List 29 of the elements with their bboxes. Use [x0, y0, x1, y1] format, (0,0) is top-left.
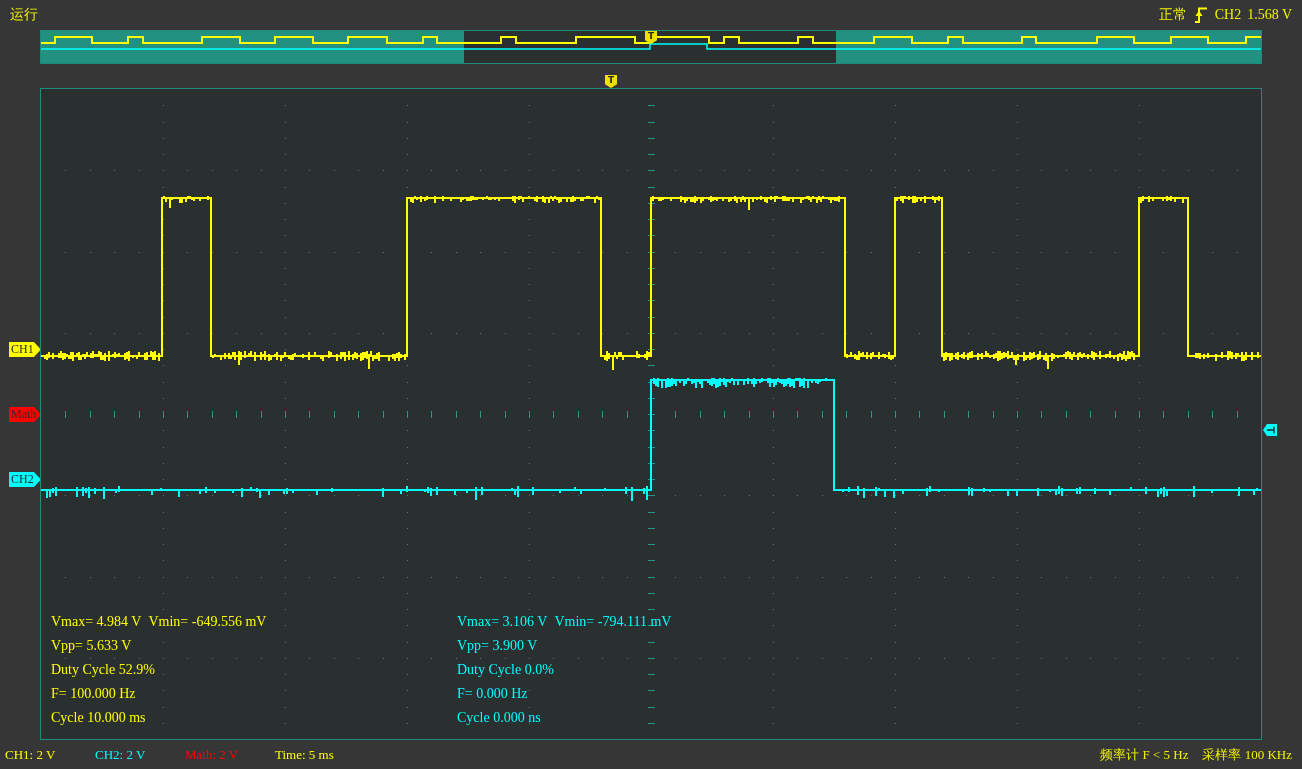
scale-setting: CH1: 2 V: [5, 746, 56, 763]
scale-setting: Time: 5 ms: [275, 746, 334, 763]
rising-edge-icon: [1194, 7, 1207, 23]
scale-setting: Math: 2 V: [185, 746, 239, 763]
measurement-reading: Cycle 10.000 ms: [51, 710, 146, 726]
measurement-reading: Cycle 0.000 ns: [457, 710, 541, 726]
measurement-reading: Duty Cycle 0.0%: [457, 662, 554, 678]
measurement-reading: Duty Cycle 52.9%: [51, 662, 155, 678]
run-status: 运行: [10, 6, 38, 24]
measurement-reading: F= 0.000 Hz: [457, 686, 528, 702]
channel-marker: Math: [9, 407, 41, 422]
scale-setting: CH2: 2 V: [95, 746, 146, 763]
measurement-reading: F= 100.000 Hz: [51, 686, 136, 702]
trigger-level: 1.568 V: [1247, 7, 1292, 23]
measurement-reading: Vpp= 5.633 V: [51, 638, 132, 654]
measurement-reading: Vmin= -794.111 mV: [554, 614, 672, 630]
channel-marker: CH2: [9, 472, 41, 487]
measurement-reading: Vmax= 3.106 V: [457, 614, 548, 630]
channel-marker: CH1: [9, 342, 41, 357]
trigger-position-marker: T: [605, 75, 617, 88]
frequency-counter: 频率计 F < 5 Hz: [1100, 745, 1189, 764]
sample-rate: 采样率 100 KHz: [1202, 745, 1292, 764]
measurement-reading: Vmax= 4.984 V: [51, 614, 142, 630]
trigger-level-marker-icon: [1263, 424, 1277, 436]
measurement-reading: Vpp= 3.900 V: [457, 638, 538, 654]
measurement-reading: Vmin= -649.556 mV: [148, 614, 267, 630]
trigger-position-marker: T: [645, 31, 657, 44]
trigger-source: CH2: [1214, 7, 1242, 23]
trigger-mode: 正常: [1158, 6, 1187, 24]
